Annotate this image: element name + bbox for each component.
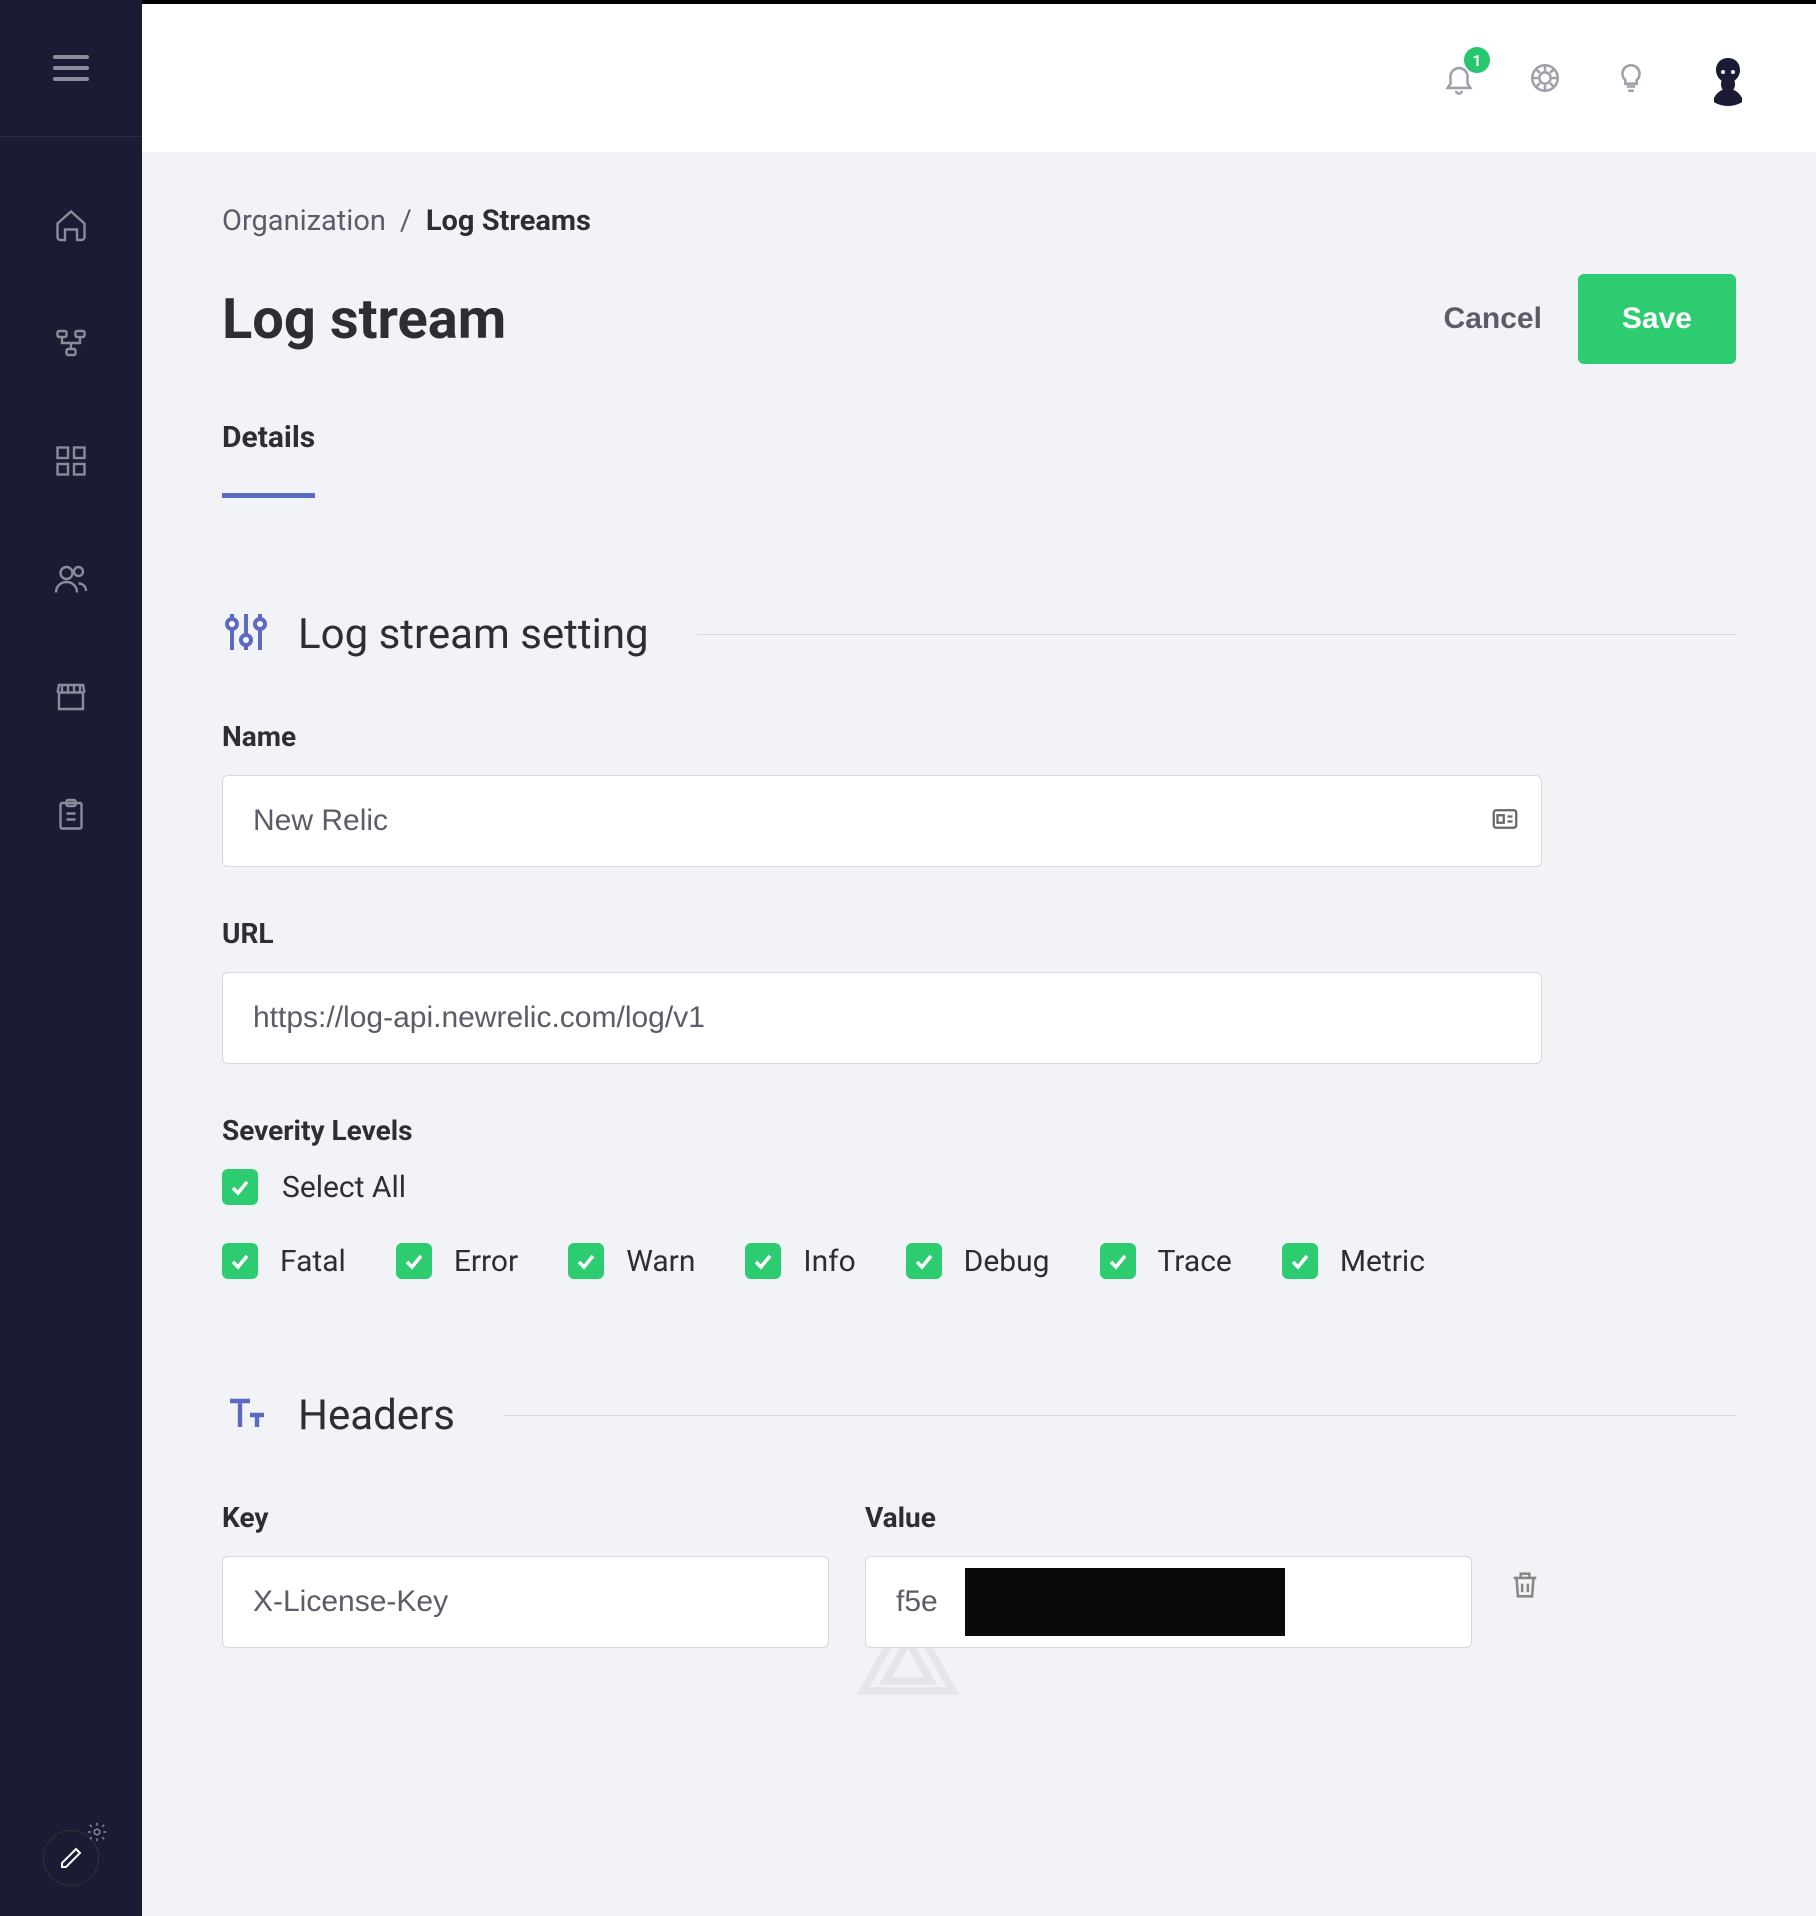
home-icon[interactable] <box>51 205 91 245</box>
checkbox-error[interactable] <box>396 1243 432 1279</box>
name-input[interactable] <box>222 775 1542 867</box>
checkbox-info[interactable] <box>745 1243 781 1279</box>
checkbox-metric[interactable] <box>1282 1243 1318 1279</box>
sliders-icon <box>222 608 270 660</box>
gear-icon <box>86 1821 108 1847</box>
name-label: Name <box>222 720 1736 753</box>
url-label: URL <box>222 917 1736 950</box>
checkbox-fatal[interactable] <box>222 1243 258 1279</box>
clipboard-icon[interactable] <box>51 795 91 835</box>
users-icon[interactable] <box>51 559 91 599</box>
cancel-button[interactable]: Cancel <box>1444 302 1542 336</box>
label-fatal: Fatal <box>280 1244 346 1279</box>
tab-details[interactable]: Details <box>222 420 315 498</box>
label-trace: Trace <box>1158 1244 1232 1279</box>
flow-icon[interactable] <box>51 323 91 363</box>
help-icon[interactable] <box>1528 61 1562 95</box>
checkbox-warn[interactable] <box>568 1243 604 1279</box>
topbar: 1 <box>142 0 1816 152</box>
checkbox-select-all[interactable] <box>222 1169 258 1205</box>
breadcrumb-org[interactable]: Organization <box>222 204 386 238</box>
label-info: Info <box>803 1244 855 1279</box>
card-icon[interactable] <box>1490 804 1520 838</box>
section-title-headers: Headers <box>298 1391 455 1440</box>
redacted-value <box>965 1568 1285 1636</box>
severity-label: Severity Levels <box>222 1114 1736 1147</box>
key-label: Key <box>222 1501 829 1534</box>
label-debug: Debug <box>964 1244 1050 1279</box>
bell-icon[interactable]: 1 <box>1442 61 1476 95</box>
section-title-settings: Log stream setting <box>298 610 649 659</box>
page-title: Log stream <box>222 286 506 352</box>
hamburger-menu-icon[interactable] <box>53 55 89 81</box>
breadcrumb: Organization / Log Streams <box>222 204 1736 238</box>
notification-badge: 1 <box>1464 47 1490 73</box>
text-icon <box>222 1389 270 1441</box>
bulb-icon[interactable] <box>1614 61 1648 95</box>
breadcrumb-separator: / <box>400 204 412 238</box>
checkbox-trace[interactable] <box>1100 1243 1136 1279</box>
apps-icon[interactable] <box>51 441 91 481</box>
edit-fab-button[interactable] <box>43 1830 99 1886</box>
label-warn: Warn <box>626 1244 695 1279</box>
save-button[interactable]: Save <box>1578 274 1736 364</box>
checkbox-debug[interactable] <box>906 1243 942 1279</box>
value-label: Value <box>865 1501 1472 1534</box>
url-input[interactable] <box>222 972 1542 1064</box>
select-all-label: Select All <box>282 1170 406 1205</box>
sidebar <box>0 0 142 1916</box>
avatar[interactable] <box>1700 50 1756 106</box>
store-icon[interactable] <box>51 677 91 717</box>
label-error: Error <box>454 1244 518 1279</box>
breadcrumb-current[interactable]: Log Streams <box>426 204 591 238</box>
label-metric: Metric <box>1340 1244 1425 1279</box>
